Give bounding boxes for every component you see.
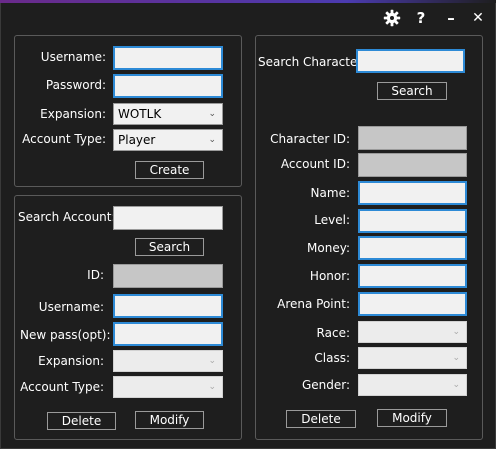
close-button[interactable]: ✕ bbox=[469, 8, 487, 28]
modify-account-button[interactable]: Modify bbox=[135, 411, 204, 429]
chevron-down-icon: ⌄ bbox=[208, 382, 216, 392]
race-label: Race: bbox=[316, 326, 350, 340]
id-label: ID: bbox=[87, 268, 104, 282]
character-id-label: Character ID: bbox=[270, 132, 350, 146]
level-field[interactable] bbox=[358, 209, 467, 233]
delete-character-button[interactable]: Delete bbox=[286, 410, 356, 428]
arena-point-field[interactable] bbox=[358, 292, 467, 316]
account-id-field bbox=[113, 264, 223, 288]
create-username-field[interactable] bbox=[113, 46, 223, 70]
password-label: Password: bbox=[45, 78, 106, 92]
gender-label: Gender: bbox=[301, 378, 350, 392]
honor-label: Honor: bbox=[309, 269, 350, 283]
name-field[interactable] bbox=[358, 181, 467, 205]
race-select[interactable]: ⌄ bbox=[358, 321, 467, 343]
search-account-input[interactable] bbox=[113, 206, 223, 230]
arena-point-label: Arena Point: bbox=[277, 297, 350, 311]
account-id-label: Account ID: bbox=[280, 157, 350, 171]
gear-icon bbox=[383, 9, 401, 27]
settings-button[interactable] bbox=[381, 8, 403, 28]
account-type-label: Account Type: bbox=[22, 132, 106, 146]
chevron-down-icon: ⌄ bbox=[452, 327, 460, 337]
chevron-down-icon: ⌄ bbox=[208, 356, 216, 366]
money-field[interactable] bbox=[358, 236, 467, 260]
create-account-type-select[interactable]: Player ⌄ bbox=[113, 129, 223, 151]
gender-select[interactable]: ⌄ bbox=[358, 374, 467, 396]
search-character-label: Search Character: bbox=[258, 55, 367, 69]
chevron-down-icon: ⌄ bbox=[208, 109, 216, 119]
chevron-down-icon: ⌄ bbox=[208, 135, 216, 145]
class-select[interactable]: ⌄ bbox=[358, 347, 467, 369]
title-accent-bar bbox=[0, 0, 496, 3]
new-password-label: New pass(opt): bbox=[20, 328, 111, 342]
money-label: Money: bbox=[307, 241, 350, 255]
expansion-value: WOTLK bbox=[118, 107, 162, 121]
chevron-down-icon: ⌄ bbox=[452, 353, 460, 363]
account-username-field[interactable] bbox=[113, 294, 223, 318]
search-character-input[interactable] bbox=[356, 49, 465, 73]
name-label: Name: bbox=[310, 186, 350, 200]
account-id-readonly-field bbox=[358, 153, 467, 177]
delete-account-button[interactable]: Delete bbox=[47, 412, 116, 430]
search-account-button[interactable]: Search bbox=[135, 238, 204, 256]
help-button[interactable]: ? bbox=[412, 8, 430, 28]
minimize-button[interactable]: – bbox=[442, 8, 460, 28]
account-type-label-2: Account Type: bbox=[20, 380, 104, 394]
account-expansion-label: Expansion: bbox=[38, 354, 104, 368]
create-button[interactable]: Create bbox=[135, 161, 204, 179]
username-label: Username: bbox=[40, 50, 106, 64]
chevron-down-icon: ⌄ bbox=[452, 380, 460, 390]
honor-field[interactable] bbox=[358, 264, 467, 288]
new-password-field[interactable] bbox=[113, 322, 223, 346]
modify-character-button[interactable]: Modify bbox=[377, 409, 447, 427]
level-label: Level: bbox=[314, 213, 350, 227]
search-account-label: Search Account: bbox=[18, 210, 116, 224]
search-character-button[interactable]: Search bbox=[377, 82, 447, 100]
character-id-field bbox=[358, 126, 467, 150]
account-expansion-select[interactable]: ⌄ bbox=[113, 350, 223, 372]
create-password-field[interactable] bbox=[113, 74, 223, 98]
account-type-select-2[interactable]: ⌄ bbox=[113, 376, 223, 398]
account-username-label: Username: bbox=[38, 300, 104, 314]
create-expansion-select[interactable]: WOTLK ⌄ bbox=[113, 103, 223, 125]
class-label: Class: bbox=[314, 351, 350, 365]
expansion-label: Expansion: bbox=[40, 107, 106, 121]
account-type-value: Player bbox=[118, 133, 156, 147]
